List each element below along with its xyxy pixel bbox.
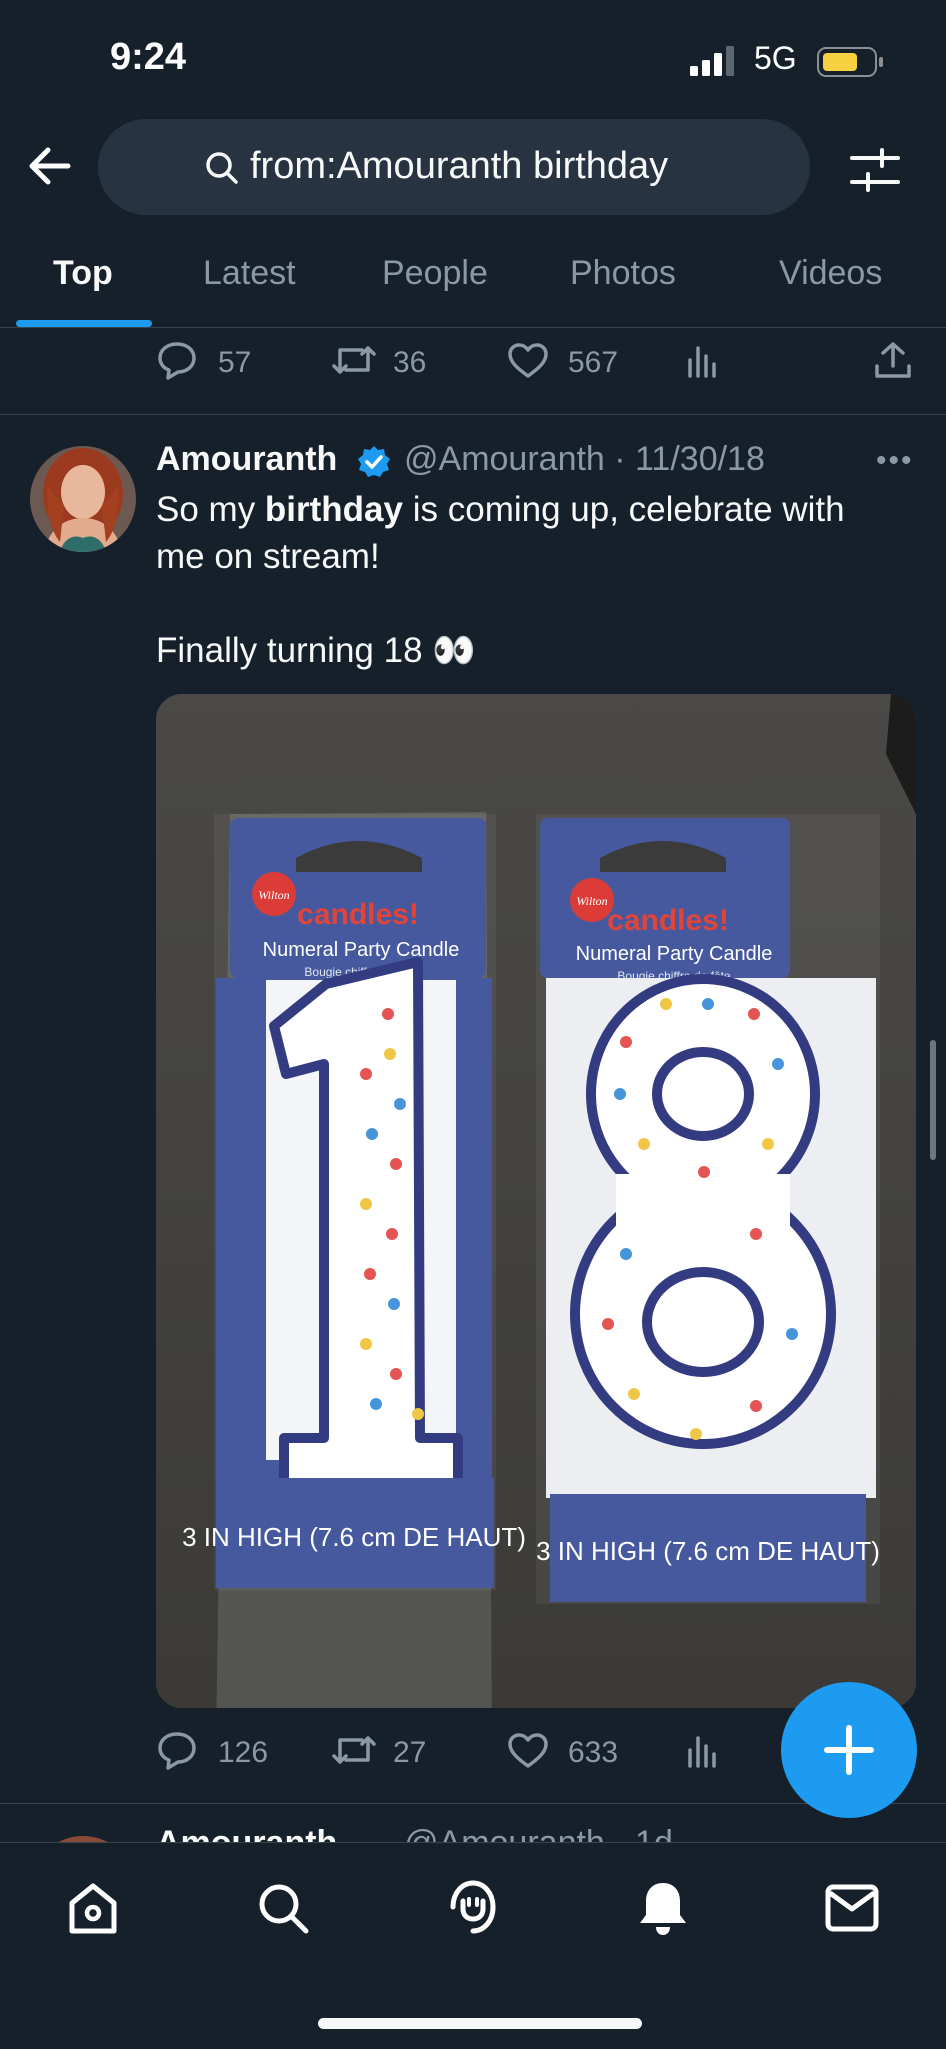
views-icon[interactable] [686,344,720,378]
signal-icon [690,46,738,76]
messages-icon[interactable] [824,1883,880,1933]
tweet-text-bold: birthday [264,490,403,529]
retweet-icon[interactable] [332,342,376,378]
compose-button[interactable] [781,1682,917,1818]
reply-icon[interactable] [156,1730,198,1770]
like-count: 633 [568,1736,619,1769]
active-tab-indicator [16,320,152,327]
author-name[interactable]: Amouranth [156,440,337,479]
search-icon[interactable] [256,1881,310,1935]
tweet-photo[interactable]: candles! Wilton Numeral Party Candle Bou… [156,694,916,1708]
reply-count: 57 [218,346,252,379]
scrollbar[interactable] [930,1040,936,1160]
retweet-icon[interactable] [332,1732,376,1768]
like-icon[interactable] [507,1732,549,1770]
notifications-icon[interactable] [636,1879,690,1937]
avatar[interactable] [30,446,136,552]
reply-icon[interactable] [156,340,198,380]
retweet-count: 36 [393,346,427,379]
like-icon[interactable] [507,342,549,380]
tab-latest[interactable]: Latest [203,254,296,293]
spaces-icon[interactable] [445,1879,501,1937]
retweet-count: 27 [393,1736,427,1769]
search-icon [204,150,240,186]
tab-top[interactable]: Top [53,254,113,293]
home-indicator[interactable] [318,2018,642,2029]
tweet-text: So my birthday is coming up, celebrate w… [156,486,896,674]
search-query[interactable]: from:Amouranth birthday [250,145,668,188]
home-icon[interactable] [66,1881,120,1935]
tweet-text-part1: So my [156,490,265,529]
tweet-divider [0,414,946,415]
tab-photos[interactable]: Photos [570,254,676,293]
tab-people[interactable]: People [382,254,488,293]
views-icon[interactable] [686,1734,720,1768]
tabs-divider [0,327,946,328]
battery-icon [817,47,885,77]
reply-count: 126 [218,1736,269,1769]
more-options-icon[interactable]: ••• [876,444,914,478]
share-icon[interactable] [873,340,913,380]
back-arrow-icon[interactable] [26,146,72,186]
status-time: 9:24 [110,36,187,78]
verified-badge-icon [356,444,392,480]
handle-date[interactable]: @Amouranth · 11/30/18 [404,440,765,479]
filter-settings-icon[interactable] [850,148,900,192]
network-label: 5G [754,40,797,76]
tweet-text-line2: Finally turning 18 👀 [156,631,476,670]
tab-videos[interactable]: Videos [779,254,882,293]
like-count: 567 [568,346,619,379]
